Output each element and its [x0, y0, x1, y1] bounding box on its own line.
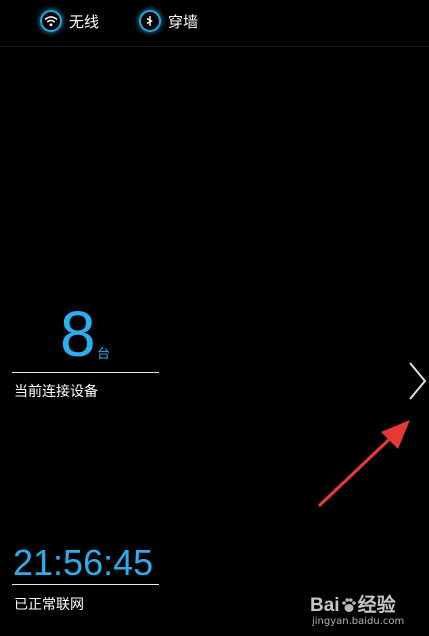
next-page-button[interactable]	[404, 360, 428, 402]
wifi-icon	[40, 10, 62, 32]
device-count-unit: 台	[97, 347, 111, 362]
top-tab-bar: 无线 穿墙	[0, 0, 429, 47]
chevron-right-icon	[409, 362, 427, 400]
tab-wireless-label: 无线	[69, 12, 100, 31]
device-count: 8	[60, 298, 96, 370]
tab-through-wall-label: 穿墙	[168, 12, 199, 31]
network-status-label: 已正常联网	[14, 597, 84, 613]
watermark-brand: Bai 经验	[310, 595, 396, 616]
divider	[12, 372, 159, 373]
arrow-right-circle-icon	[139, 10, 161, 32]
paw-icon	[341, 598, 356, 612]
divider	[12, 584, 159, 585]
connected-devices-label: 当前连接设备	[14, 384, 98, 400]
tab-through-wall[interactable]: 穿墙	[139, 8, 198, 34]
baidu-watermark: Bai 经验 jingyan.baidu.com	[310, 590, 425, 634]
red-arrow-icon	[318, 420, 410, 507]
online-time: 21:56:45	[13, 542, 154, 583]
tab-wireless[interactable]: 无线	[40, 8, 99, 34]
watermark-url: jingyan.baidu.com	[312, 616, 405, 627]
